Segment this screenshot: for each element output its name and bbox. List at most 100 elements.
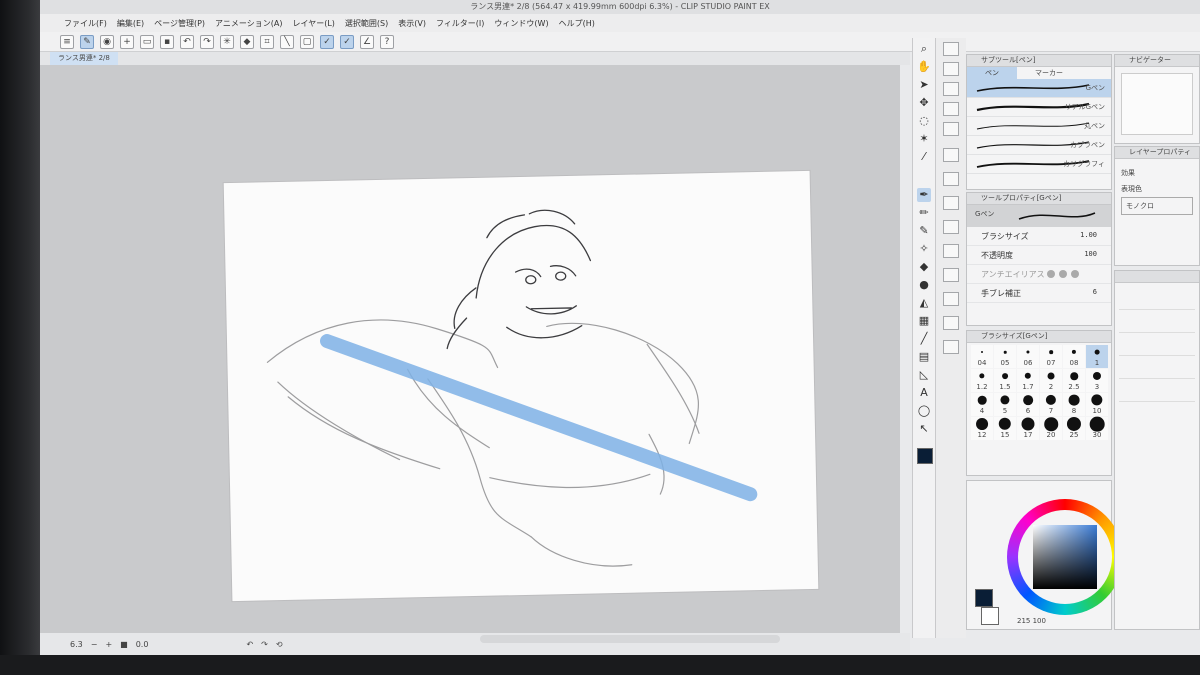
pen-item[interactable]: 丸ペン — [967, 117, 1111, 136]
brush-size-cell[interactable]: 1.7 — [1017, 369, 1039, 392]
brush-size-cell[interactable]: 7 — [1040, 393, 1062, 416]
brush-size-cell[interactable]: 06 — [1017, 345, 1039, 368]
menu-page[interactable]: ページ管理(P) — [154, 18, 205, 29]
snap-grid-icon[interactable]: ✓ — [340, 34, 354, 49]
rotate-right-icon[interactable]: ↷ — [261, 640, 268, 649]
panel-toggle-icon[interactable] — [943, 102, 959, 116]
brush-size-cell[interactable]: 12 — [971, 417, 993, 440]
zoom-out-icon[interactable]: − — [91, 640, 98, 649]
brush-size-cell[interactable]: 25 — [1063, 416, 1085, 440]
pen-item[interactable]: カブラペン — [967, 136, 1111, 155]
brush-size-row[interactable]: ブラシサイズ 1.00 — [967, 227, 1111, 246]
snap-perspective-icon[interactable]: ∠ — [360, 34, 374, 49]
brush-size-cell[interactable]: 17 — [1017, 417, 1039, 440]
save-icon[interactable]: ▪ — [160, 34, 174, 49]
canvas-area[interactable] — [40, 65, 900, 633]
operation-tool-icon[interactable]: ➤ — [917, 78, 931, 92]
sub-color-swatch[interactable] — [981, 607, 999, 625]
snap-ruler-icon[interactable]: ✓ — [320, 34, 334, 49]
main-color-swatch[interactable] — [975, 589, 993, 607]
brush-size-cell[interactable]: 2.5 — [1063, 369, 1085, 392]
eyedropper-icon[interactable]: ⁄ — [917, 150, 931, 164]
correct-line-tool-icon[interactable]: ↖ — [917, 422, 931, 436]
open-folder-icon[interactable]: ▭ — [140, 34, 154, 49]
zoom-tool-icon[interactable]: ⌕ — [917, 42, 931, 56]
stabilization-value[interactable]: 6 — [1093, 288, 1097, 296]
menu-icon[interactable]: ≡ — [60, 34, 74, 49]
panel-toggle-icon[interactable] — [943, 292, 959, 306]
eraser-tool-icon[interactable]: ◆ — [917, 260, 931, 274]
brush-size-cell[interactable]: 10 — [1086, 393, 1108, 416]
navigator-thumbnail[interactable] — [1121, 73, 1193, 135]
text-tool-icon[interactable]: A — [917, 386, 931, 400]
brush-size-cell[interactable]: 3 — [1086, 369, 1108, 392]
brush-size-cell[interactable]: 04 — [971, 345, 993, 368]
brush-size-cell[interactable]: 8 — [1063, 393, 1085, 416]
pen-item[interactable]: Gペン — [967, 79, 1111, 98]
brush-tool-icon[interactable]: ✎ — [917, 224, 931, 238]
brush-size-cell[interactable]: 1.5 — [994, 369, 1016, 392]
panel-toggle-icon[interactable] — [943, 340, 959, 354]
menu-view[interactable]: 表示(V) — [398, 18, 426, 29]
menu-selection[interactable]: 選択範囲(S) — [345, 18, 388, 29]
menu-help[interactable]: ヘルプ(H) — [559, 18, 595, 29]
undo-icon[interactable]: ↶ — [180, 34, 194, 49]
antialias-row[interactable]: アンチエイリアス — [967, 265, 1111, 284]
move-tool-icon[interactable]: ✥ — [917, 96, 931, 110]
color-chip[interactable] — [917, 448, 933, 464]
brush-size-cell[interactable]: 2 — [1040, 369, 1062, 392]
balloon-tool-icon[interactable]: ◯ — [917, 404, 931, 418]
brush-size-cell[interactable]: 30 — [1086, 416, 1108, 440]
airbrush-tool-icon[interactable]: ✧ — [917, 242, 931, 256]
brush-size-cell[interactable]: 4 — [971, 393, 993, 416]
menu-filter[interactable]: フィルター(I) — [436, 18, 484, 29]
selection-tool-icon[interactable]: ◌ — [917, 114, 931, 128]
panel-toggle-icon[interactable] — [943, 316, 959, 330]
stabilization-row[interactable]: 手ブレ補正 6 — [967, 284, 1111, 303]
brush-size-cell[interactable]: 5 — [994, 393, 1016, 416]
fit-icon[interactable]: ■ — [120, 640, 128, 649]
brush-size-cell[interactable]: 6 — [1017, 393, 1039, 416]
tab-pen[interactable]: ペン — [967, 67, 1017, 79]
fill-icon[interactable]: ◆ — [240, 34, 254, 49]
clear-icon[interactable]: ✳ — [220, 34, 234, 49]
pencil-tool-icon[interactable]: ✏ — [917, 206, 931, 220]
antialias-options[interactable] — [1047, 270, 1079, 278]
brush-size-cell[interactable]: 08 — [1063, 345, 1085, 368]
transform-icon[interactable]: ⌗ — [260, 34, 274, 49]
brush-size-cell[interactable]: 1.2 — [971, 369, 993, 392]
figure-tool-icon[interactable]: ╱ — [917, 332, 931, 346]
auto-select-icon[interactable]: ✶ — [917, 132, 931, 146]
menu-animation[interactable]: アニメーション(A) — [215, 18, 282, 29]
opacity-value[interactable]: 100 — [1084, 250, 1097, 258]
layer-row[interactable] — [1119, 310, 1195, 333]
eye-icon[interactable]: ◉ — [100, 34, 114, 49]
panel-toggle-icon[interactable] — [943, 62, 959, 76]
panel-toggle-icon[interactable] — [943, 220, 959, 234]
ruler-tool-icon[interactable]: ◺ — [917, 368, 931, 382]
drawing-canvas[interactable] — [223, 170, 819, 602]
pen-item[interactable]: カリグラフィ — [967, 155, 1111, 174]
monochrome-option[interactable]: モノクロ — [1121, 197, 1193, 215]
panel-toggle-icon[interactable] — [943, 196, 959, 210]
hand-tool-icon[interactable]: ✋ — [917, 60, 931, 74]
deselect-icon[interactable]: ╲ — [280, 34, 294, 49]
tab-marker[interactable]: マーカー — [1017, 67, 1081, 79]
layer-row[interactable] — [1119, 356, 1195, 379]
help-icon[interactable]: ? — [380, 34, 394, 49]
panel-toggle-icon[interactable] — [943, 148, 959, 162]
redo-icon[interactable]: ↷ — [200, 34, 214, 49]
frame-tool-icon[interactable]: ▤ — [917, 350, 931, 364]
invert-selection-icon[interactable]: ▢ — [300, 34, 314, 49]
brush-size-cell[interactable]: 15 — [994, 417, 1016, 440]
panel-toggle-icon[interactable] — [943, 42, 959, 56]
panel-toggle-icon[interactable] — [943, 244, 959, 258]
brush-size-cell[interactable]: 20 — [1040, 417, 1062, 440]
pen-item[interactable]: リアルGペン — [967, 98, 1111, 117]
gradient-tool-icon[interactable]: ▦ — [917, 314, 931, 328]
menu-window[interactable]: ウィンドウ(W) — [494, 18, 548, 29]
opacity-row[interactable]: 不透明度 100 — [967, 246, 1111, 265]
blend-tool-icon[interactable]: ● — [917, 278, 931, 292]
brush-size-value[interactable]: 1.00 — [1080, 231, 1097, 239]
layer-row[interactable] — [1119, 379, 1195, 402]
